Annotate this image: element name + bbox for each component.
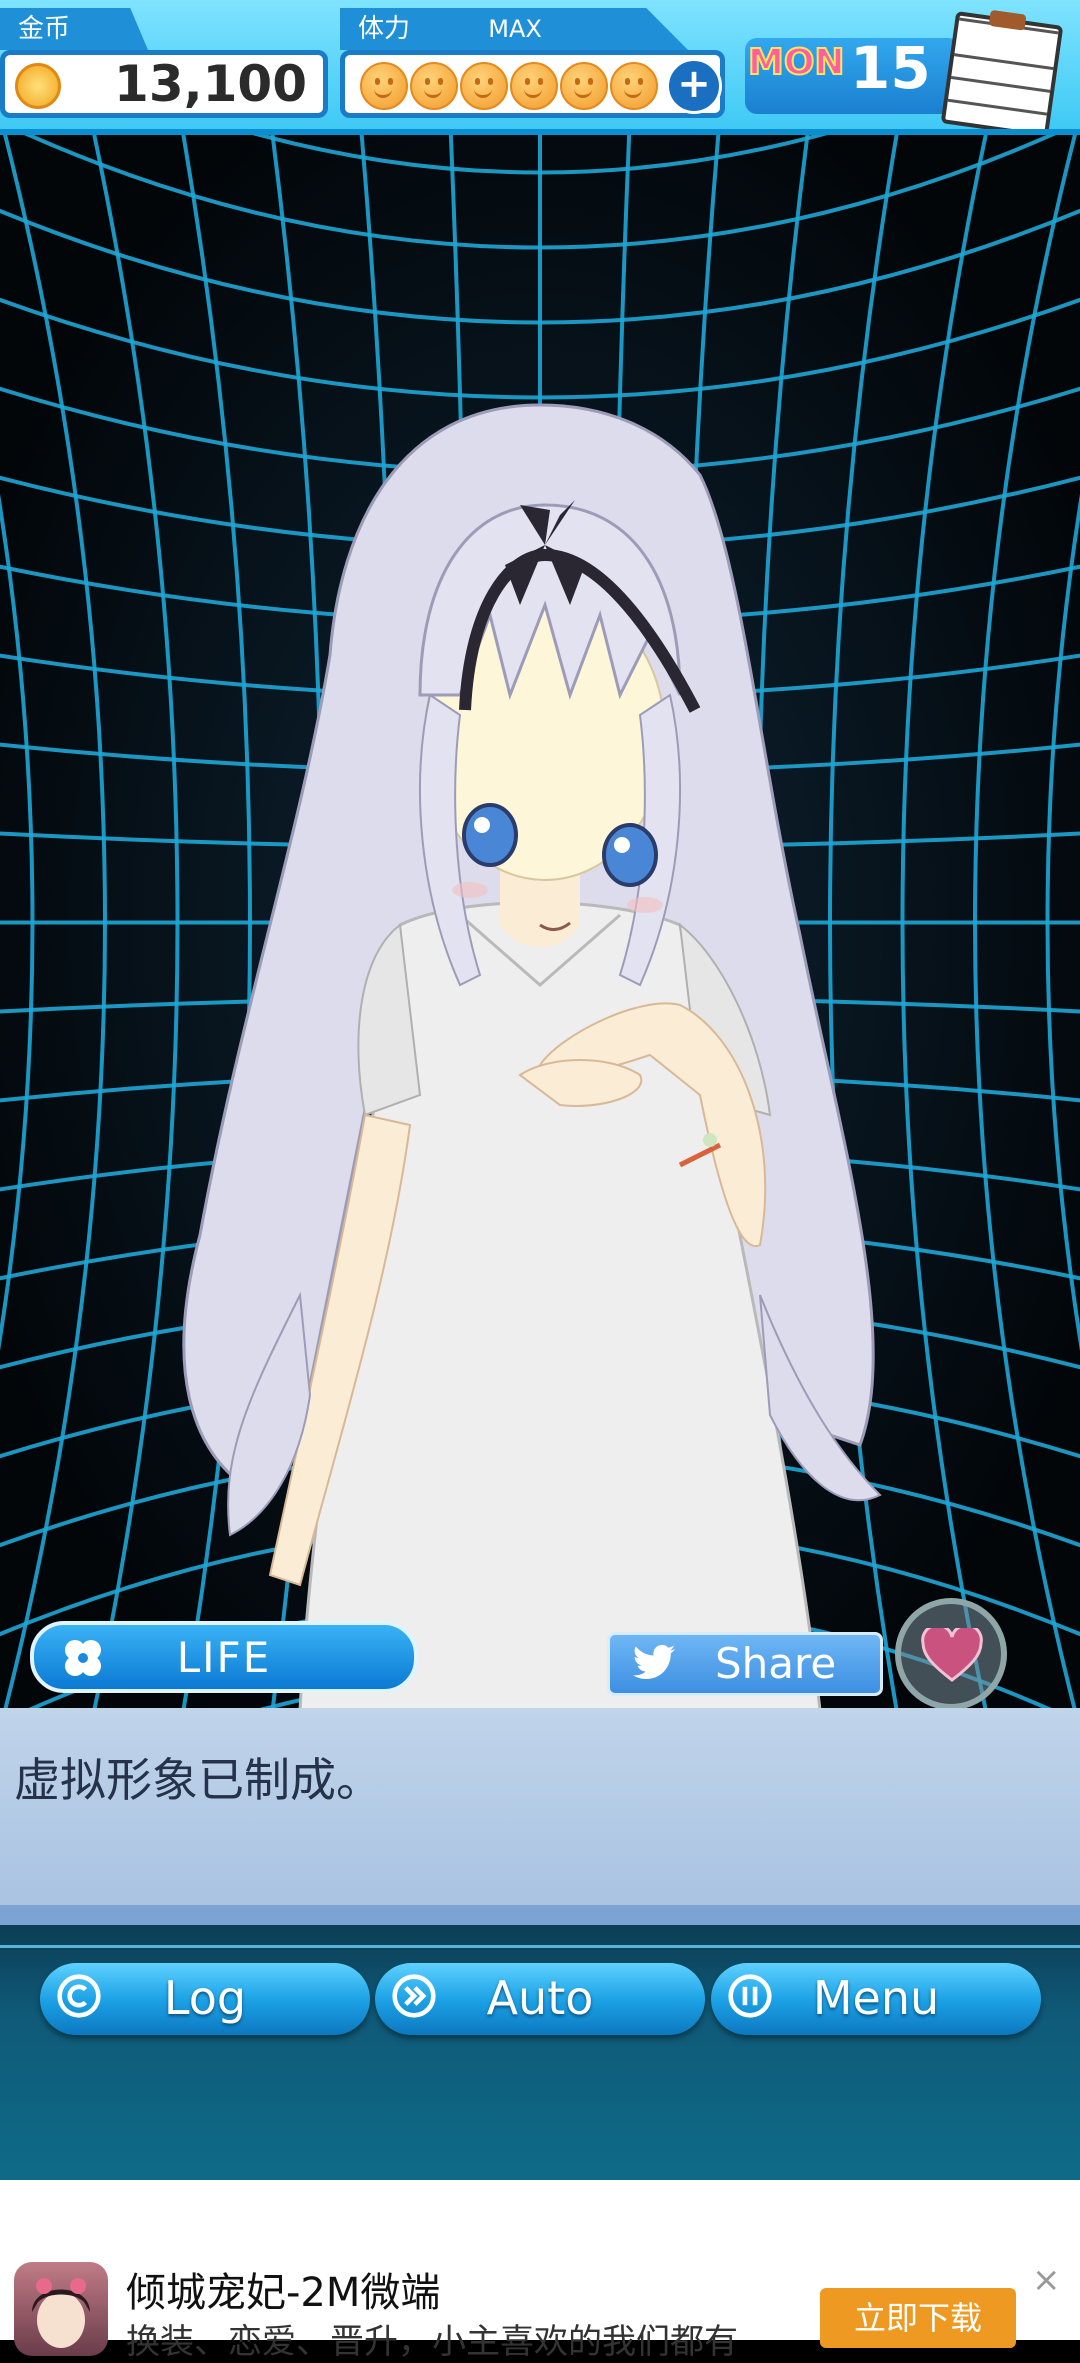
stamina-face-icon: [610, 62, 658, 110]
character-stage: [0, 135, 1080, 1710]
coin-tab: 金币: [0, 8, 148, 50]
stamina-face-icon: [560, 62, 608, 110]
stamina-face-icon: [460, 62, 508, 110]
stamina-max-label: MAX: [488, 15, 542, 43]
top-hud: 金币 13,100 体力 MAX + MON 15: [0, 0, 1080, 138]
coin-value: 13,100: [114, 55, 307, 113]
day-number: 15: [850, 34, 931, 102]
ad-banner[interactable]: 倾城宠妃-2M微端 换装、恋爱、晋升，小主喜欢的我们都有 立即下载 ×: [0, 2180, 1080, 2362]
dialog-text: 虚拟形象已制成。: [14, 1753, 382, 1807]
ad-download-button[interactable]: 立即下载: [820, 2288, 1016, 2348]
month-label: MON: [747, 41, 846, 84]
stamina-tab: 体力 MAX: [340, 8, 688, 50]
auto-button[interactable]: Auto: [375, 1963, 705, 2035]
share-label: Share: [715, 1639, 837, 1688]
dialog-divider: [0, 1905, 1080, 1925]
stamina-face-icon: [510, 62, 558, 110]
heart-icon: [921, 1628, 983, 1682]
coin-label: 金币: [18, 14, 71, 44]
twitter-bird-icon: [633, 1645, 675, 1680]
dialog-box[interactable]: 虚拟形象已制成。: [0, 1708, 1080, 1908]
ad-description: 换装、恋爱、晋升，小主喜欢的我们都有: [126, 2322, 738, 2362]
stamina-face-icon: [410, 62, 458, 110]
life-label: LIFE: [176, 1633, 272, 1682]
log-label: Log: [163, 1971, 247, 2025]
ad-app-icon[interactable]: [14, 2262, 108, 2356]
life-button[interactable]: LIFE: [30, 1621, 418, 1693]
ad-title: 倾城宠妃-2M微端: [126, 2270, 441, 2316]
notepad-icon[interactable]: [940, 11, 1064, 138]
coin-panel: 13,100: [0, 50, 328, 118]
menu-button[interactable]: Menu: [711, 1963, 1041, 2035]
favorite-button[interactable]: [895, 1598, 1007, 1710]
add-stamina-button[interactable]: +: [666, 58, 722, 114]
log-button[interactable]: Log: [40, 1963, 370, 2035]
share-button[interactable]: Share: [607, 1632, 883, 1696]
auto-label: Auto: [486, 1971, 594, 2025]
menu-label: Menu: [812, 1971, 940, 2025]
stamina-face-icon: [360, 62, 408, 110]
stamina-label: 体力: [358, 14, 411, 44]
character-portrait[interactable]: [0, 135, 1080, 1710]
ad-close-icon[interactable]: ×: [1032, 2260, 1061, 2300]
coin-icon: [15, 63, 61, 109]
